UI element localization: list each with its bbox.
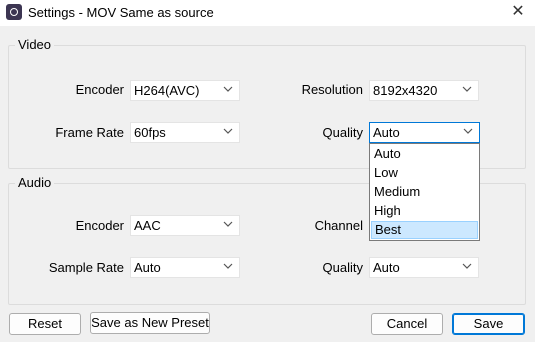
video-encoder-value: H264(AVC) <box>134 83 200 98</box>
chevron-down-icon <box>223 128 233 134</box>
app-logo-icon <box>6 4 22 20</box>
cancel-button[interactable]: Cancel <box>371 313 443 335</box>
dropdown-option[interactable]: Low <box>371 164 478 182</box>
video-quality-select[interactable]: Auto <box>369 122 480 143</box>
audio-encoder-value: AAC <box>134 218 161 233</box>
video-frame-rate-select[interactable]: 60fps <box>130 122 240 143</box>
audio-quality-value: Auto <box>373 260 400 275</box>
chevron-down-icon <box>223 263 233 269</box>
chevron-down-icon <box>223 221 233 227</box>
reset-button[interactable]: Reset <box>9 313 81 335</box>
audio-quality-label: Quality <box>322 260 363 275</box>
chevron-down-icon <box>463 128 473 134</box>
video-quality-value: Auto <box>373 125 400 140</box>
chevron-down-icon <box>223 86 233 92</box>
save-button[interactable]: Save <box>452 313 525 335</box>
audio-encoder-label: Encoder <box>75 218 124 233</box>
chevron-down-icon <box>462 86 472 92</box>
video-resolution-value: 8192x4320 <box>373 83 438 98</box>
save-as-new-preset-button[interactable]: Save as New Preset <box>90 312 210 334</box>
audio-sample-rate-value: Auto <box>134 260 161 275</box>
close-icon[interactable]: ✕ <box>507 2 529 24</box>
video-resolution-label: Resolution <box>301 82 363 97</box>
video-quality-label: Quality <box>322 125 363 140</box>
audio-quality-select[interactable]: Auto <box>369 257 479 278</box>
video-resolution-select[interactable]: 8192x4320 <box>369 80 479 101</box>
chevron-down-icon <box>462 263 472 269</box>
audio-channel-label: Channel <box>314 218 363 233</box>
audio-encoder-select[interactable]: AAC <box>130 215 240 236</box>
dropdown-option[interactable]: Auto <box>371 145 478 163</box>
dropdown-option-highlighted[interactable]: Best <box>371 221 478 239</box>
video-encoder-select[interactable]: H264(AVC) <box>130 80 240 101</box>
video-encoder-label: Encoder <box>75 82 124 97</box>
audio-sample-rate-select[interactable]: Auto <box>130 257 240 278</box>
title-bar: Settings - MOV Same as source ✕ <box>0 0 535 26</box>
video-group-label: Video <box>15 37 55 52</box>
video-frame-rate-value: 60fps <box>134 125 166 140</box>
dropdown-option[interactable]: High <box>371 202 478 220</box>
audio-group-label: Audio <box>15 175 55 190</box>
window-title: Settings - MOV Same as source <box>28 5 214 20</box>
dropdown-option[interactable]: Medium <box>371 183 478 201</box>
video-frame-rate-label: Frame Rate <box>55 125 124 140</box>
video-quality-dropdown-list: Auto Low Medium High Best <box>369 143 480 241</box>
audio-sample-rate-label: Sample Rate <box>48 260 124 275</box>
